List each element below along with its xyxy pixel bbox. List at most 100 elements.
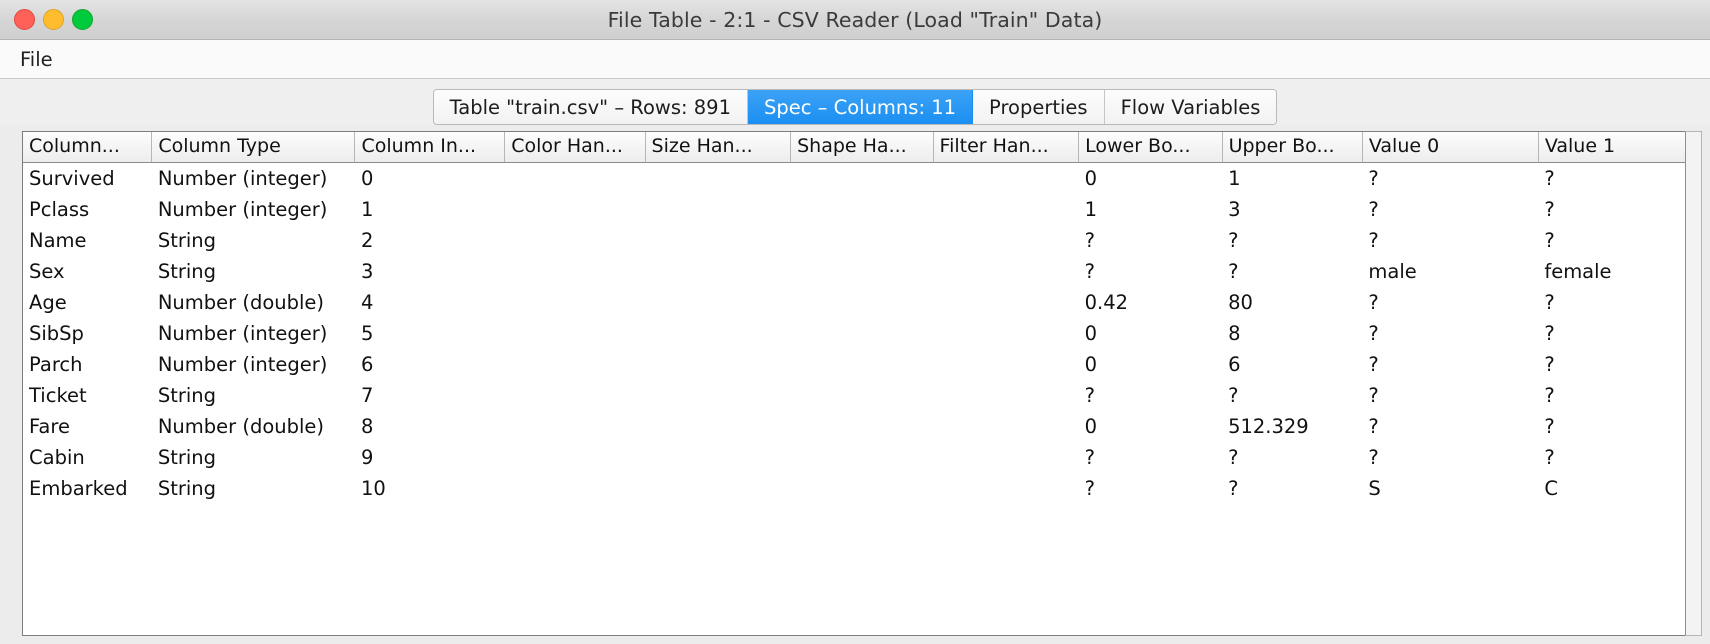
minimize-button[interactable] <box>43 9 64 30</box>
column-header-column-type[interactable]: Column Type <box>151 132 356 163</box>
cell-column-type: String <box>151 442 355 473</box>
tab-table[interactable]: Table "train.csv" – Rows: 891 <box>433 90 748 124</box>
cell-value-0: ? <box>1362 162 1539 194</box>
cell-shape-handler <box>790 225 934 256</box>
cell-shape-handler <box>790 162 934 194</box>
table-row[interactable]: Sex String 3?? male female <box>23 256 1685 287</box>
cell-value-0: ? <box>1362 349 1539 380</box>
window-title: File Table - 2:1 - CSV Reader (Load "Tra… <box>607 7 1103 32</box>
cell-color-handler <box>504 473 646 504</box>
cell-size-handler <box>645 225 791 256</box>
table-row[interactable]: Embarked String 10?? S C <box>23 473 1685 504</box>
cell-column-index: 8 <box>354 411 505 442</box>
column-header-filter-handler[interactable]: Filter Han... <box>933 132 1080 163</box>
cell-value-1: ? <box>1538 411 1685 442</box>
cell-column-name: Parch <box>23 349 152 380</box>
cell-color-handler <box>504 318 646 349</box>
cell-size-handler <box>645 349 791 380</box>
cell-filter-handler <box>933 349 1079 380</box>
cell-shape-handler <box>790 411 934 442</box>
tab-properties[interactable]: Properties <box>973 90 1105 124</box>
cell-lower-bound: 1 <box>1078 194 1223 225</box>
cell-value-0: ? <box>1362 380 1539 411</box>
cell-value-1: ? <box>1538 442 1685 473</box>
cell-lower-bound: ? <box>1078 256 1223 287</box>
maximize-button[interactable] <box>72 9 93 30</box>
cell-shape-handler <box>790 442 934 473</box>
table-row[interactable]: Ticket String 7???? <box>23 380 1685 411</box>
column-header-lower-bound[interactable]: Lower Bo... <box>1078 132 1223 163</box>
cell-column-type: String <box>151 256 355 287</box>
cell-color-handler <box>504 256 646 287</box>
column-header-shape-handler[interactable]: Shape Ha... <box>790 132 934 163</box>
cell-size-handler <box>645 411 791 442</box>
cell-column-index: 9 <box>354 442 505 473</box>
table-row[interactable]: Age Number (double) 4 0.42 80?? <box>23 287 1685 318</box>
cell-value-1: ? <box>1538 380 1685 411</box>
table-row[interactable]: Cabin String 9???? <box>23 442 1685 473</box>
cell-column-index: 3 <box>354 256 505 287</box>
table-empty-cell <box>151 504 355 535</box>
table-empty-cell <box>23 504 152 535</box>
cell-filter-handler <box>933 318 1079 349</box>
table-row[interactable]: Survived Number (integer) 0 0 1?? <box>23 162 1685 194</box>
table-row[interactable]: Name String 2???? <box>23 225 1685 256</box>
vertical-scrollbar[interactable] <box>1685 131 1702 636</box>
tab-flow-variables[interactable]: Flow Variables <box>1104 90 1277 124</box>
cell-size-handler <box>645 442 791 473</box>
column-header-column-index[interactable]: Column In... <box>354 132 506 163</box>
cell-size-handler <box>645 473 791 504</box>
cell-lower-bound: 0 <box>1078 349 1223 380</box>
table-row[interactable]: SibSp Number (integer) 5 0 8?? <box>23 318 1685 349</box>
cell-size-handler <box>645 162 791 194</box>
cell-filter-handler <box>933 194 1079 225</box>
cell-column-name: Cabin <box>23 442 152 473</box>
table-empty-cell <box>933 504 1079 535</box>
cell-filter-handler <box>933 225 1079 256</box>
cell-value-0: ? <box>1362 287 1539 318</box>
cell-shape-handler <box>790 194 934 225</box>
cell-filter-handler <box>933 287 1079 318</box>
close-button[interactable] <box>14 9 35 30</box>
column-header-size-handler[interactable]: Size Han... <box>645 132 792 163</box>
cell-lower-bound: 0.42 <box>1078 287 1223 318</box>
column-header-color-handler[interactable]: Color Han... <box>504 132 646 163</box>
table-row[interactable]: Parch Number (integer) 6 0 6?? <box>23 349 1685 380</box>
cell-color-handler <box>504 194 646 225</box>
cell-shape-handler <box>790 318 934 349</box>
cell-shape-handler <box>790 256 934 287</box>
cell-value-0: ? <box>1362 194 1539 225</box>
cell-value-0: male <box>1362 256 1539 287</box>
tab-strip-container: Table "train.csv" – Rows: 891 Spec – Col… <box>0 79 1710 125</box>
cell-value-1: ? <box>1538 225 1685 256</box>
cell-upper-bound: ? <box>1222 256 1363 287</box>
tab-spec[interactable]: Spec – Columns: 11 <box>747 90 974 124</box>
cell-column-type: Number (double) <box>151 411 355 442</box>
table-row[interactable]: Fare Number (double) 8 0 512.329?? <box>23 411 1685 442</box>
window-controls <box>14 9 93 30</box>
column-header-upper-bound[interactable]: Upper Bo... <box>1222 132 1363 163</box>
menu-item-file[interactable]: File <box>14 46 59 73</box>
column-header-column-name[interactable]: Column... <box>23 132 153 163</box>
cell-filter-handler <box>933 442 1079 473</box>
cell-column-type: Number (double) <box>151 287 355 318</box>
cell-filter-handler <box>933 411 1079 442</box>
cell-color-handler <box>504 349 646 380</box>
title-bar: File Table - 2:1 - CSV Reader (Load "Tra… <box>0 0 1710 40</box>
cell-column-type: String <box>151 473 355 504</box>
table-empty-cell <box>504 504 646 535</box>
cell-column-index: 2 <box>354 225 505 256</box>
column-header-value-1[interactable]: Value 1 <box>1538 132 1685 163</box>
cell-upper-bound: 1 <box>1222 162 1363 194</box>
cell-column-type: Number (integer) <box>151 318 355 349</box>
table-empty-cell <box>1222 504 1363 535</box>
cell-upper-bound: ? <box>1222 442 1363 473</box>
cell-column-name: SibSp <box>23 318 152 349</box>
cell-upper-bound: 6 <box>1222 349 1363 380</box>
cell-column-name: Ticket <box>23 380 152 411</box>
table-row[interactable]: Pclass Number (integer) 1 1 3?? <box>23 194 1685 225</box>
cell-value-0: ? <box>1362 442 1539 473</box>
cell-filter-handler <box>933 256 1079 287</box>
cell-value-1: ? <box>1538 349 1685 380</box>
column-header-value-0[interactable]: Value 0 <box>1362 132 1539 163</box>
